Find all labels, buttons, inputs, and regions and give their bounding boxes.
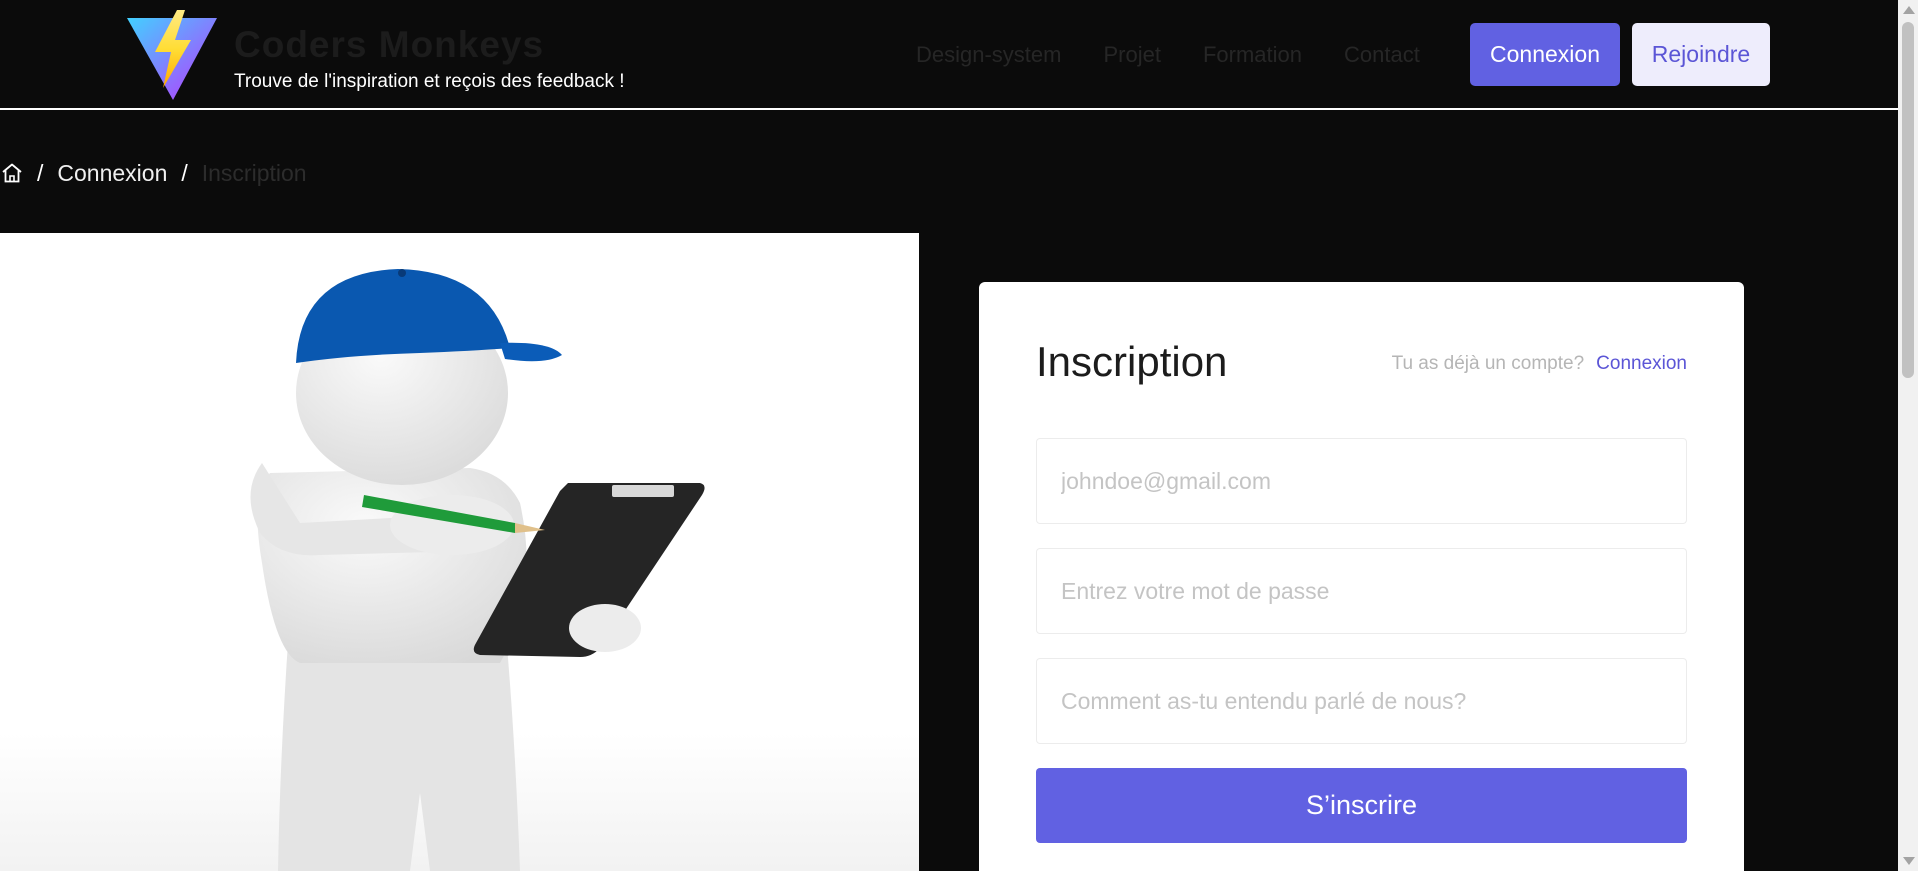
nav-item-contact[interactable]: Contact [1344,42,1420,68]
breadcrumb-item-connexion[interactable]: Connexion [57,160,167,187]
figure-with-clipboard-image [0,269,919,871]
login-link[interactable]: Connexion [1596,353,1687,375]
brand-tagline: Trouve de l'inspiration et reçois des fe… [234,71,625,92]
home-icon[interactable] [1,162,23,184]
scrollbar-thumb[interactable] [1902,22,1914,378]
lightning-logo-icon[interactable] [125,10,219,102]
brand-name[interactable]: Coders Monkeys [234,24,544,66]
email-field[interactable] [1036,438,1687,524]
signup-illustration [0,233,919,871]
referral-source-field[interactable] [1036,658,1687,744]
page-scrollbar[interactable] [1898,0,1918,871]
site-header: Coders Monkeys Trouve de l'inspiration e… [0,0,1898,110]
nav-item-projet[interactable]: Projet [1103,42,1160,68]
scroll-down-arrow-icon[interactable] [1903,857,1915,865]
scroll-up-arrow-icon[interactable] [1903,6,1915,14]
breadcrumb-separator: / [181,159,188,186]
login-hint-text: Tu as déjà un compte? [1391,353,1585,374]
signup-button[interactable]: S’inscrire [1036,768,1687,843]
nav-item-design-system[interactable]: Design-system [916,42,1061,68]
login-button[interactable]: Connexion [1470,23,1620,86]
signup-card: Inscription Tu as déjà un compte? Connex… [979,282,1744,871]
nav-item-formation[interactable]: Formation [1203,42,1302,68]
login-hint: Tu as déjà un compte? Connexion [1392,353,1687,375]
password-field[interactable] [1036,548,1687,634]
main-nav: Design-system Projet Formation Contact [916,42,1420,68]
breadcrumb-separator: / [37,159,44,186]
breadcrumb-item-inscription: Inscription [201,159,307,186]
form-title: Inscription [1036,338,1228,385]
join-button[interactable]: Rejoindre [1632,23,1770,86]
breadcrumb: / Connexion / Inscription [0,156,307,190]
